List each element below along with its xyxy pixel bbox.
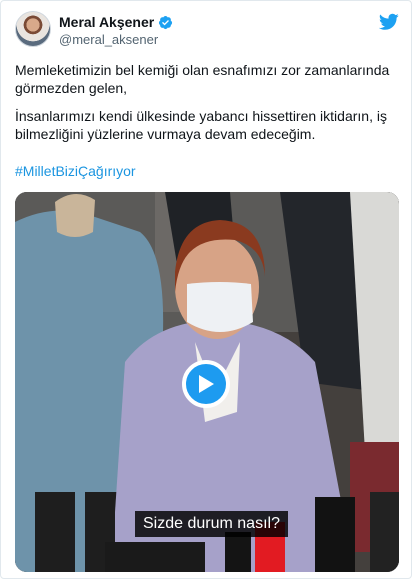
play-icon xyxy=(199,375,214,393)
name-row: Meral Akşener xyxy=(59,14,173,30)
verified-badge-icon xyxy=(159,15,173,29)
tweet-card: Meral Akşener @meral_aksener Memleketimi… xyxy=(0,0,412,579)
tweet-paragraph-1: Memleketimizin bel kemiği olan esnafımız… xyxy=(15,62,390,96)
hashtag-link[interactable]: #MilletBiziÇağırıyor xyxy=(15,162,136,180)
video-caption: Sizde durum nasıl? xyxy=(135,511,288,537)
tweet-header: Meral Akşener @meral_aksener xyxy=(15,11,399,47)
tweet-paragraph-2: İnsanlarımızı kendi ülkesinde yabancı hi… xyxy=(15,108,387,142)
twitter-bird-icon[interactable] xyxy=(379,13,399,31)
play-button[interactable] xyxy=(182,360,230,408)
user-handle[interactable]: @meral_aksener xyxy=(59,32,158,47)
video-player[interactable]: Sizde durum nasıl? xyxy=(15,192,399,572)
display-name[interactable]: Meral Akşener xyxy=(59,14,154,30)
avatar[interactable] xyxy=(15,11,51,47)
